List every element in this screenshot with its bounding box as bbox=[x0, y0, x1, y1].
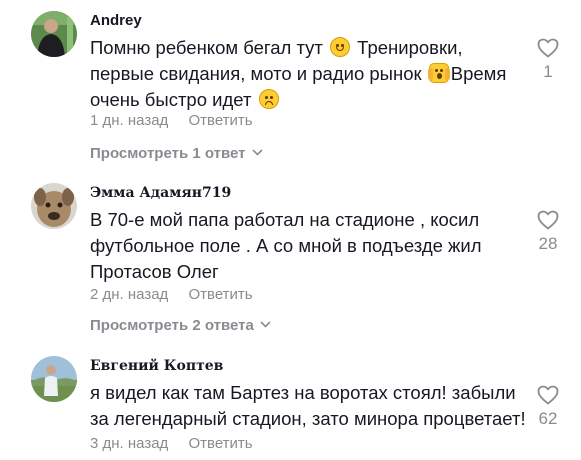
slightly-smiling-face-icon bbox=[330, 37, 351, 57]
comment-item: Andrey Помню ребенком бегал тут Трениров… bbox=[0, 11, 581, 171]
timestamp: 2 дн. назад bbox=[90, 286, 169, 303]
frowning-face-icon bbox=[258, 89, 279, 109]
like-count: 28 bbox=[538, 234, 558, 253]
reply-button[interactable]: Ответить bbox=[188, 435, 252, 452]
comment-meta: 1 дн. назад Ответить bbox=[90, 111, 253, 131]
username[interactable]: Эмма Адамян719 bbox=[90, 183, 231, 203]
timestamp: 3 дн. назад bbox=[90, 435, 169, 452]
comment-text: Помню ребенком бегал тут Тренировки, пер… bbox=[90, 37, 507, 110]
comment-item: Евгений Коптев я видел как там Бартез на… bbox=[0, 356, 581, 456]
username[interactable]: Евгений Коптев bbox=[90, 356, 223, 376]
comment-meta: 3 дн. назад Ответить bbox=[90, 434, 253, 454]
comment-text: В 70-е мой папа работал на стадионе , ко… bbox=[90, 209, 482, 282]
like-count: 62 bbox=[538, 409, 558, 428]
avatar[interactable] bbox=[31, 356, 77, 402]
reply-button[interactable]: Ответить bbox=[188, 112, 252, 129]
comment-text: я видел как там Бартез на воротах стоял!… bbox=[90, 382, 526, 429]
like-button[interactable]: 1 bbox=[532, 38, 564, 82]
comment-meta: 2 дн. назад Ответить bbox=[90, 285, 253, 305]
chevron-down-icon bbox=[251, 142, 263, 162]
avatar[interactable] bbox=[31, 11, 77, 57]
reply-button[interactable]: Ответить bbox=[188, 286, 252, 303]
username[interactable]: Andrey bbox=[90, 11, 142, 31]
view-replies-button[interactable]: Просмотреть 1 ответ bbox=[90, 142, 263, 164]
view-replies-button[interactable]: Просмотреть 2 ответа bbox=[90, 314, 271, 336]
avatar[interactable] bbox=[31, 183, 77, 229]
heart-outline-icon bbox=[532, 210, 564, 230]
chevron-down-icon bbox=[260, 314, 271, 334]
comment-item: Эмма Адамян719 В 70-е мой папа работал н… bbox=[0, 183, 581, 343]
like-count: 1 bbox=[543, 62, 553, 81]
like-button[interactable]: 62 bbox=[532, 385, 564, 429]
like-button[interactable]: 28 bbox=[532, 210, 564, 254]
timestamp: 1 дн. назад bbox=[90, 112, 169, 129]
heart-outline-icon bbox=[532, 385, 564, 405]
heart-outline-icon bbox=[532, 38, 564, 58]
face-screaming-in-fear-icon bbox=[427, 63, 450, 83]
